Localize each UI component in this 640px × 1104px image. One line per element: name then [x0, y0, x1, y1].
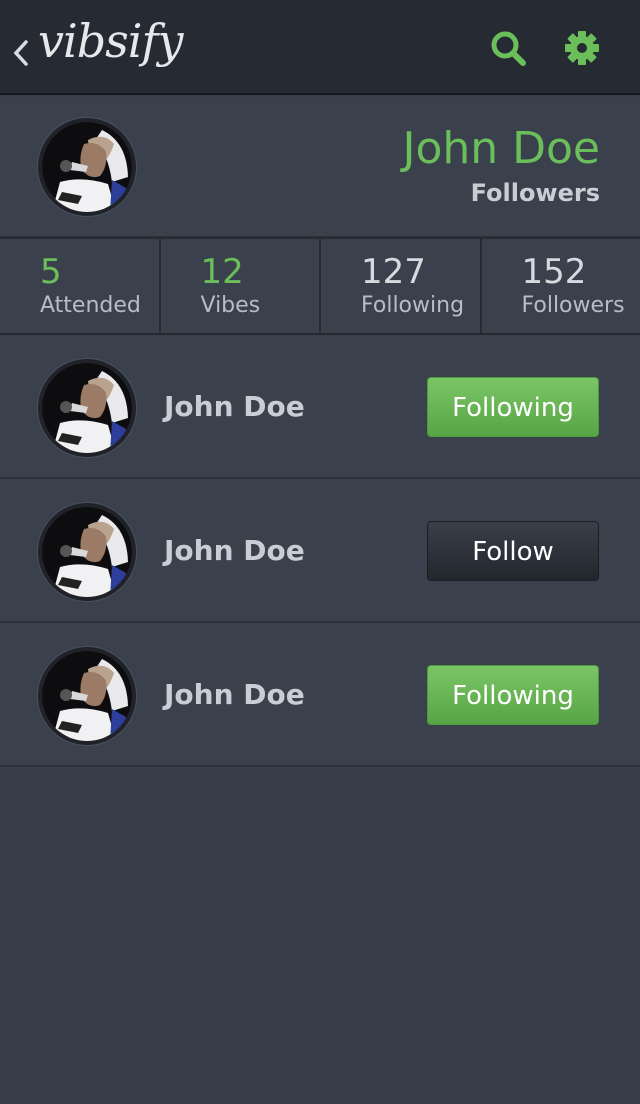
- stat-value: 127: [361, 252, 426, 292]
- list-item[interactable]: John Doe Following: [0, 335, 640, 479]
- stat-label: Followers: [521, 293, 625, 318]
- top-bar: vibsify: [0, 0, 640, 95]
- search-button[interactable]: [486, 26, 530, 70]
- user-name[interactable]: John Doe: [164, 678, 305, 711]
- user-name[interactable]: John Doe: [164, 390, 305, 423]
- avatar[interactable]: [38, 503, 136, 601]
- stat-attended[interactable]: 5 Attended: [0, 239, 161, 333]
- stat-vibes[interactable]: 12 Vibes: [160, 239, 321, 333]
- stat-value: 152: [521, 252, 587, 292]
- profile-name: John Doe: [402, 123, 600, 174]
- stat-followers[interactable]: 152 Followers: [481, 239, 640, 333]
- stat-following[interactable]: 127 Following: [321, 239, 482, 333]
- stat-label: Attended: [40, 293, 141, 318]
- profile-header: John Doe Followers: [0, 97, 640, 238]
- profile-avatar[interactable]: [38, 118, 136, 216]
- search-icon: [491, 31, 526, 66]
- stat-label: Vibes: [200, 293, 261, 318]
- user-name[interactable]: John Doe: [164, 534, 305, 567]
- followers-list: John Doe Following John Doe Follow John …: [0, 335, 640, 767]
- stat-label: Following: [361, 293, 465, 318]
- stats-row: 5 Attended 12 Vibes 127 Following 152 Fo…: [0, 238, 640, 335]
- list-item[interactable]: John Doe Follow: [0, 479, 640, 623]
- follow-button[interactable]: Follow: [427, 521, 599, 581]
- stat-value: 12: [200, 252, 244, 292]
- avatar[interactable]: [38, 647, 136, 745]
- app-logo: vibsify: [38, 14, 183, 68]
- chevron-left-icon: [13, 40, 28, 66]
- stat-value: 5: [40, 252, 62, 292]
- back-button[interactable]: [10, 36, 30, 70]
- profile-subtitle: Followers: [470, 179, 600, 207]
- gear-icon: [565, 31, 599, 65]
- avatar[interactable]: [38, 359, 136, 457]
- following-button[interactable]: Following: [427, 377, 599, 437]
- following-button[interactable]: Following: [427, 665, 599, 725]
- settings-button[interactable]: [560, 26, 604, 70]
- list-item[interactable]: John Doe Following: [0, 623, 640, 767]
